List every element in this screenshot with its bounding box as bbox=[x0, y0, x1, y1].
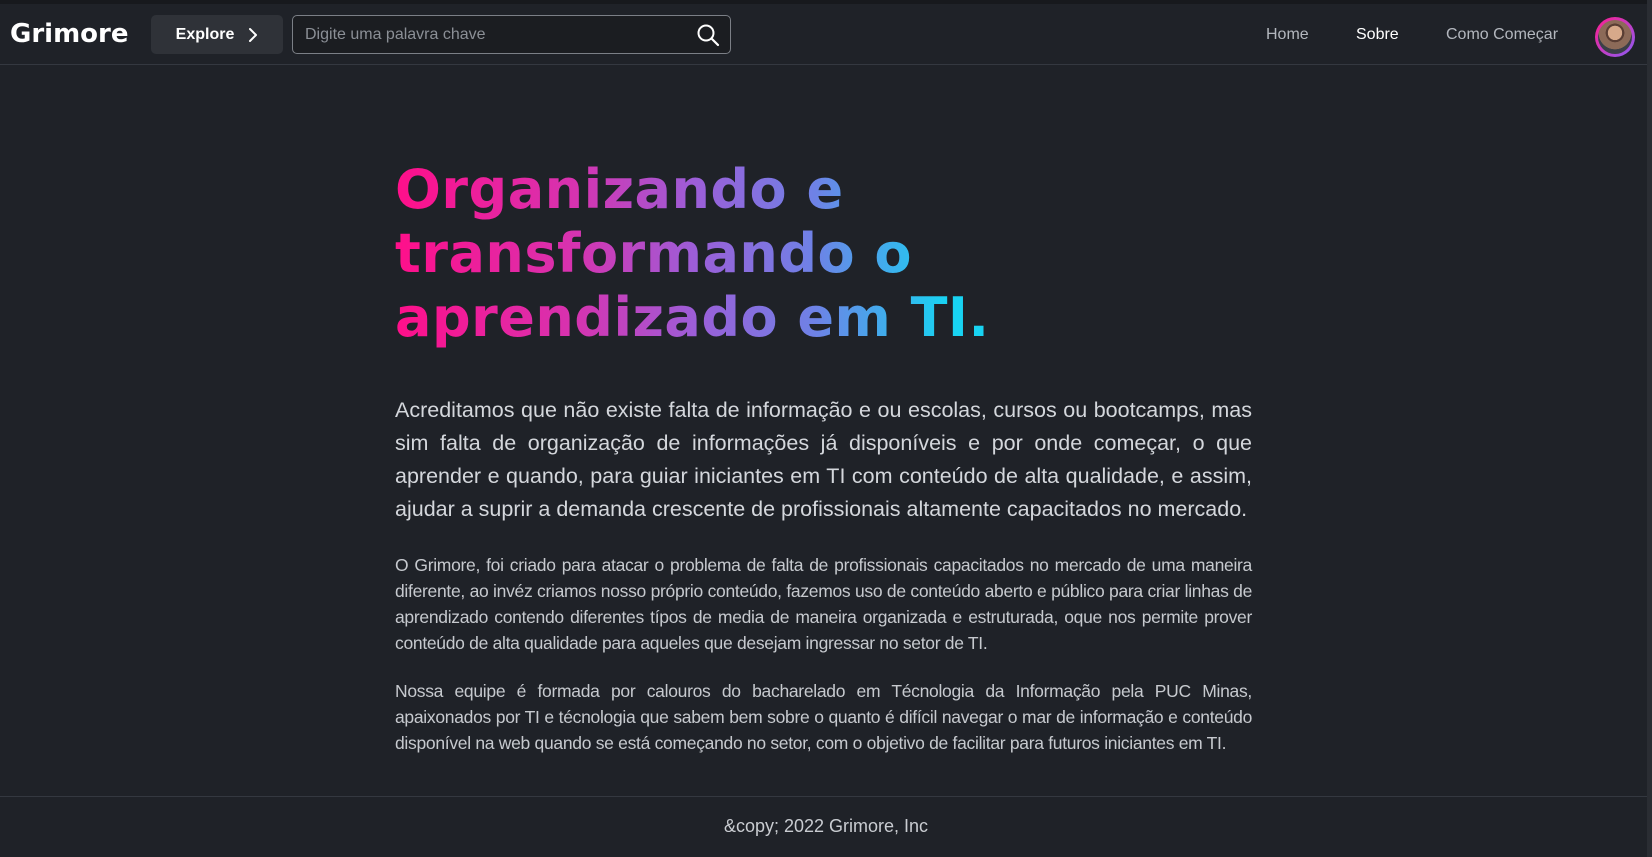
nav-home[interactable]: Home bbox=[1266, 26, 1309, 44]
about-content: Organizando e transformando o aprendizad… bbox=[395, 158, 1252, 756]
copyright-text: &copy; 2022 Grimore, Inc bbox=[723, 816, 929, 836]
lead-paragraph: Acreditamos que não existe falta de info… bbox=[395, 398, 1252, 521]
nav-como-comecar[interactable]: Como Começar bbox=[1446, 26, 1558, 44]
avatar-image bbox=[1598, 20, 1632, 54]
nav-sobre[interactable]: Sobre bbox=[1356, 26, 1399, 44]
page-headline: Organizando e transformando o aprendizad… bbox=[395, 158, 995, 350]
user-avatar[interactable] bbox=[1595, 17, 1635, 57]
scrollbar[interactable] bbox=[1647, 0, 1652, 857]
about-paragraph-1: O Grimore, foi criado para atacar o prob… bbox=[395, 555, 1252, 653]
footer: &copy; 2022 Grimore, Inc bbox=[0, 796, 1652, 857]
nav-links: Home Sobre Como Começar bbox=[0, 4, 1652, 65]
top-navbar: Grimore Explore Home Sobre Como Começar bbox=[0, 0, 1652, 65]
about-paragraph-2: Nossa equipe é formada por calouros do b… bbox=[395, 681, 1252, 753]
